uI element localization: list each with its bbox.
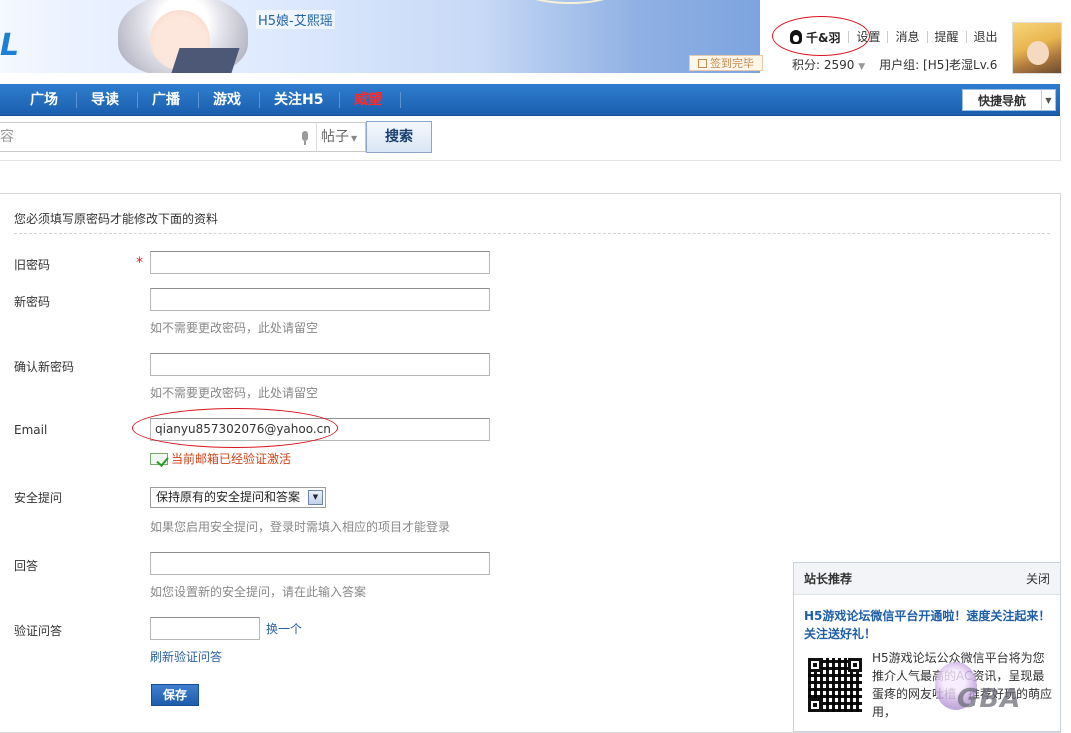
search-type-select[interactable]: 帖子 ▼ <box>316 122 366 152</box>
recommend-header: 站长推荐 关闭 <box>794 563 1060 595</box>
recommend-close-button[interactable]: 关闭 <box>1026 570 1050 587</box>
points-label: 积分: 2590 <box>792 58 855 72</box>
messages-link[interactable]: 消息 <box>887 31 926 43</box>
old-password-label: 旧密码 <box>14 258 51 272</box>
qr-code-image <box>808 658 862 712</box>
caret-down-icon: ▼ <box>858 62 866 72</box>
quick-nav-button[interactable]: 快捷导航 ▼ <box>962 89 1056 111</box>
main-nav: 广场 导读 广播 游戏 关注H5 威望 快捷导航 ▼ <box>0 84 1060 116</box>
security-question-select[interactable]: 保持原有的安全提问和答案 ▼ <box>150 487 326 508</box>
security-question-value: 保持原有的安全提问和答案 <box>156 490 301 504</box>
decorative-ring <box>510 0 630 4</box>
watermark: GBA <box>935 660 1055 720</box>
banner-artwork: L H5娘-艾熙瑶 <box>0 0 760 73</box>
search-input[interactable]: 容 <box>0 122 316 152</box>
captcha-refresh-link[interactable]: 刷新验证问答 <box>150 648 222 665</box>
recommend-title: 站长推荐 <box>804 572 853 586</box>
mascot-name: H5娘-艾熙瑶 <box>256 10 335 29</box>
header-banner: L H5娘-艾熙瑶 千&羽 设置 消息 提醒 退出 签到完毕 积分: 2590 … <box>0 0 1071 80</box>
new-password-label: 新密码 <box>14 295 51 309</box>
qq-penguin-icon <box>790 30 802 44</box>
nav-divider <box>198 92 199 108</box>
points-dropdown[interactable]: 积分: 2590 ▼ <box>792 56 865 73</box>
answer-label: 回答 <box>14 559 39 573</box>
user-name-link[interactable]: 千&羽 <box>790 29 848 46</box>
nav-item-prestige[interactable]: 威望 <box>354 84 382 116</box>
captcha-field[interactable] <box>150 617 260 640</box>
search-bar: 容 帖子 ▼ 搜索 <box>0 116 1061 161</box>
nav-item-broadcast[interactable]: 广播 <box>152 84 180 116</box>
answer-field[interactable] <box>150 552 490 575</box>
checkin-label: 签到完毕 <box>710 57 754 70</box>
caret-down-icon: ▼ <box>351 134 358 143</box>
nav-item-follow-h5[interactable]: 关注H5 <box>274 84 323 116</box>
qr-finder-pattern <box>808 698 822 712</box>
nav-divider <box>339 92 340 108</box>
logout-link[interactable]: 退出 <box>965 31 1005 43</box>
recommend-headline-link[interactable]: H5游戏论坛微信平台开通啦！速度关注起来！关注送好礼！ <box>804 607 1052 643</box>
search-button[interactable]: 搜索 <box>366 121 432 153</box>
avatar[interactable] <box>1012 22 1062 74</box>
site-logo[interactable]: L <box>0 28 19 63</box>
confirm-password-hint: 如不需要更改密码，此处请留空 <box>150 386 319 400</box>
email-status: 当前邮箱已经验证激活 <box>150 450 291 467</box>
required-mark: * <box>136 255 143 271</box>
microphone-icon[interactable] <box>301 131 309 145</box>
notifications-link[interactable]: 提醒 <box>926 31 966 43</box>
save-button[interactable]: 保存 <box>151 684 199 706</box>
quick-nav-label: 快捷导航 <box>977 93 1026 108</box>
nav-divider <box>76 92 77 108</box>
confirm-password-label: 确认新密码 <box>14 360 75 374</box>
captcha-change-link[interactable]: 换一个 <box>266 620 302 637</box>
watermark-text: GBA <box>957 684 1022 714</box>
answer-hint: 如您设置新的安全提问，请在此输入答案 <box>150 585 367 599</box>
qr-finder-pattern <box>848 658 862 672</box>
nav-divider <box>137 92 138 108</box>
nav-divider <box>400 92 401 108</box>
checkin-check-icon <box>698 58 707 68</box>
user-stats: 积分: 2590 ▼ 用户组: [H5]老湿Lv.6 <box>792 56 997 73</box>
old-password-field[interactable] <box>150 251 490 274</box>
new-password-field[interactable] <box>150 288 490 311</box>
microphone-head <box>302 131 308 141</box>
divider <box>14 233 1050 234</box>
qr-finder-pattern <box>808 658 822 672</box>
form-notice: 您必须填写原密码才能修改下面的资料 <box>14 212 219 226</box>
confirm-password-field[interactable] <box>150 353 490 376</box>
mail-check-icon <box>150 452 168 465</box>
settings-link[interactable]: 设置 <box>848 31 887 43</box>
email-field[interactable]: qianyu857302076@yahoo.cn <box>150 418 490 441</box>
email-status-text: 当前邮箱已经验证激活 <box>171 452 292 466</box>
search-type-label: 帖子 <box>321 129 349 145</box>
mascot-clothing-image <box>170 48 240 73</box>
user-group-label: 用户组: [H5]老湿Lv.6 <box>879 58 998 72</box>
security-question-label: 安全提问 <box>14 491 63 505</box>
checkin-button[interactable]: 签到完毕 <box>689 55 763 71</box>
email-label: Email <box>14 423 48 437</box>
user-name: 千&羽 <box>806 30 841 45</box>
nav-item-games[interactable]: 游戏 <box>213 84 241 116</box>
chevron-down-icon: ▼ <box>1041 90 1055 110</box>
nav-item-guide[interactable]: 导读 <box>91 84 119 116</box>
microphone-stand <box>304 141 306 145</box>
nav-divider <box>259 92 260 108</box>
new-password-hint: 如不需要更改密码，此处请留空 <box>150 321 319 335</box>
nav-item-plaza[interactable]: 广场 <box>30 84 58 116</box>
user-bar: 千&羽 设置 消息 提醒 退出 <box>790 28 1005 46</box>
security-question-hint: 如果您启用安全提问，登录时需填入相应的项目才能登录 <box>150 520 451 534</box>
chevron-down-icon: ▼ <box>308 490 323 505</box>
captcha-label: 验证问答 <box>14 624 63 638</box>
